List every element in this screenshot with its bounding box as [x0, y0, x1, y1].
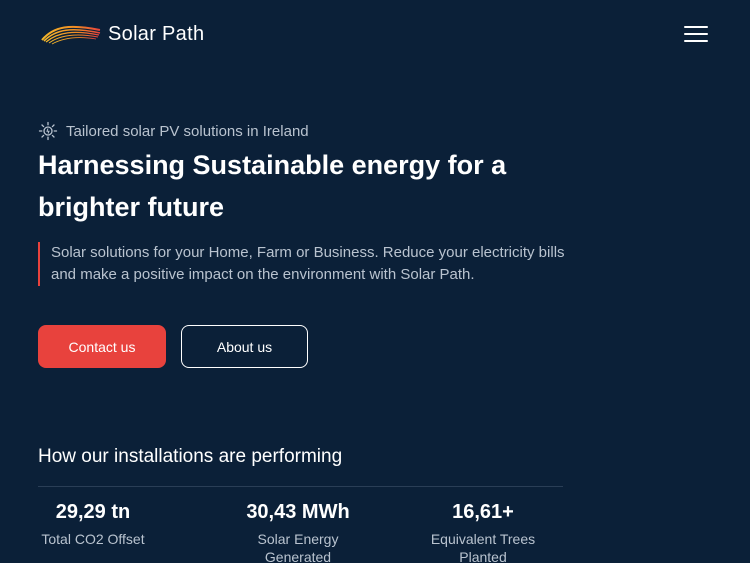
page-title: Harnessing Sustainable energy for a brig…: [38, 150, 507, 222]
menu-bar: [684, 33, 708, 35]
stats-divider: [38, 486, 563, 487]
stat-label: Solar Energy Generated: [257, 531, 339, 563]
stat-trees-planted: 16,61+ Equivalent Trees Planted: [418, 500, 548, 563]
menu-bar: [684, 26, 708, 28]
contact-us-button[interactable]: Contact us: [38, 325, 166, 368]
hero-description: Solar solutions for your Home, Farm or B…: [38, 242, 581, 286]
hero-tagline: Tailored solar PV solutions in Ireland: [38, 120, 309, 142]
stats-heading: How our installations are performing: [38, 446, 343, 467]
stat-value: 29,29 tn: [55, 501, 131, 523]
solar-wave-logo-icon: [41, 25, 101, 45]
brand-name: Solar Path: [108, 22, 205, 45]
stat-label: Equivalent Trees Planted: [430, 531, 536, 563]
stat-value: 16,61+: [452, 501, 514, 523]
stat-energy-generated: 30,43 MWh Solar Energy Generated: [228, 500, 368, 563]
about-us-button[interactable]: About us: [181, 325, 308, 368]
site-header: Solar Path: [0, 0, 750, 68]
stat-co2-offset: 29,29 tn Total CO2 Offset: [38, 500, 148, 548]
hamburger-menu-icon[interactable]: [684, 24, 710, 44]
stat-value: 30,43 MWh: [246, 501, 350, 523]
menu-bar: [684, 40, 708, 42]
stat-label: Total CO2 Offset: [41, 531, 145, 547]
tagline-text: Tailored solar PV solutions in Ireland: [66, 122, 309, 140]
brand-logo[interactable]: Solar Path: [40, 18, 204, 50]
sun-icon: [38, 121, 58, 141]
landing-page: Solar Path Tailored solar PV solutions i…: [0, 0, 750, 563]
